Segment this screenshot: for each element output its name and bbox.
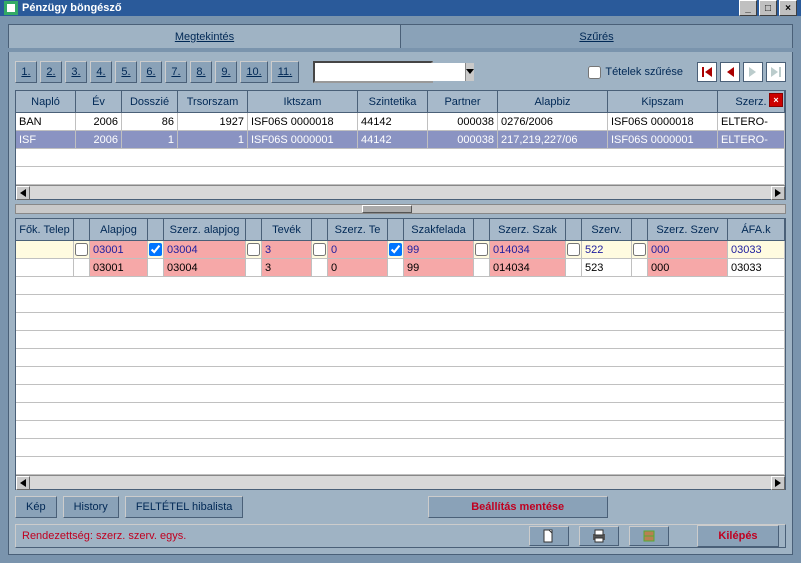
col-trsorszam[interactable]: Trsorszam	[178, 91, 248, 113]
col2-szerz-alapjog[interactable]: Szerz. alapjog	[164, 219, 246, 241]
main-panel: 1. 2. 3. 4. 5. 6. 7. 8. 9. 10. 11.	[8, 52, 793, 555]
scroll-left-icon[interactable]	[16, 186, 30, 200]
toolbar: 1. 2. 3. 4. 5. 6. 7. 8. 9. 10. 11.	[15, 58, 786, 86]
col2-afa[interactable]: ÁFA.k	[728, 219, 785, 241]
cabinet-icon[interactable]	[629, 526, 669, 546]
splitter-track[interactable]	[15, 204, 786, 214]
status-text: Rendezettség: szerz. szerv. egys.	[22, 530, 186, 542]
app-window: Pénzügy böngésző _ □ × Megtekintés Szűré…	[0, 0, 801, 535]
numbtn-4[interactable]: 4.	[90, 61, 112, 83]
nav-last-button[interactable]	[766, 62, 786, 82]
col-kipszam[interactable]: Kipszam	[608, 91, 718, 113]
numbtn-10[interactable]: 10.	[240, 61, 268, 83]
body: Megtekintés Szűrés 1. 2. 3. 4. 5. 6. 7. …	[0, 16, 801, 563]
grid-2-scrollbar[interactable]	[16, 475, 785, 489]
row-chk[interactable]	[75, 243, 88, 256]
titlebar: Pénzügy böngésző _ □ ×	[0, 0, 801, 16]
numbtn-6[interactable]: 6.	[140, 61, 162, 83]
tab-view-label: Megtekintés	[175, 31, 234, 43]
row-chk[interactable]	[633, 243, 646, 256]
numbtn-8[interactable]: 8.	[190, 61, 212, 83]
col2-foktelep[interactable]: Fők. Telep	[16, 219, 74, 241]
kilepes-button[interactable]: Kilépés	[697, 525, 779, 547]
col2-alapjog[interactable]: Alapjog	[90, 219, 148, 241]
history-button[interactable]: History	[63, 496, 119, 518]
table-row[interactable]: 03001 03004 3 0 99 014034 522	[16, 241, 785, 259]
feltetel-hibalista-button[interactable]: FELTÉTEL hibalista	[125, 496, 244, 518]
numbtn-3[interactable]: 3.	[65, 61, 87, 83]
nav-prev-button[interactable]	[720, 62, 740, 82]
scroll-left-icon[interactable]	[16, 476, 30, 490]
row-chk[interactable]	[149, 243, 162, 256]
close-button[interactable]: ×	[779, 0, 797, 16]
col2-tevek[interactable]: Tevék	[262, 219, 312, 241]
document-icon[interactable]	[529, 526, 569, 546]
items-filter-label: Tételek szűrése	[605, 66, 683, 78]
numbtn-11[interactable]: 11.	[271, 61, 299, 83]
numbtn-5[interactable]: 5.	[115, 61, 137, 83]
col-dosszie[interactable]: Dosszié	[122, 91, 178, 113]
button-row: Kép History FELTÉTEL hibalista Beállítás…	[15, 494, 786, 520]
numbtn-1[interactable]: 1.	[15, 61, 37, 83]
scroll-right-icon[interactable]	[771, 476, 785, 490]
table-row[interactable]: BAN 2006 86 1927 ISF06S 0000018 44142 00…	[16, 113, 785, 131]
grid-2-header: Fők. Telep Alapjog Szerz. alapjog Tevék …	[16, 219, 785, 241]
app-icon	[4, 1, 18, 15]
grid-1: × Napló Év Dosszié Trsorszam Iktszam Szi…	[15, 90, 786, 200]
col2-szerv[interactable]: Szerv.	[582, 219, 632, 241]
nav-next-button[interactable]	[743, 62, 763, 82]
grid-1-header: Napló Év Dosszié Trsorszam Iktszam Szint…	[16, 91, 785, 113]
grid-2: Fők. Telep Alapjog Szerz. alapjog Tevék …	[15, 218, 786, 490]
col2-szerz-szak[interactable]: Szerz. Szak	[490, 219, 566, 241]
col-ev[interactable]: Év	[76, 91, 122, 113]
numbtn-7[interactable]: 7.	[165, 61, 187, 83]
printer-icon[interactable]	[579, 526, 619, 546]
tab-filter-label: Szűrés	[579, 31, 613, 43]
minimize-button[interactable]: _	[739, 0, 757, 16]
kep-button[interactable]: Kép	[15, 496, 57, 518]
chevron-down-icon[interactable]	[465, 63, 474, 81]
row-chk[interactable]	[247, 243, 260, 256]
row-chk[interactable]	[313, 243, 326, 256]
col2-szakfelada[interactable]: Szakfelada	[404, 219, 474, 241]
filter-combo-input[interactable]	[315, 63, 465, 81]
tab-view[interactable]: Megtekintés	[9, 25, 401, 48]
col2-szerz-szerv[interactable]: Szerz. Szerv	[648, 219, 728, 241]
grid-close-icon[interactable]: ×	[769, 93, 783, 107]
col-szintetika[interactable]: Szintetika	[358, 91, 428, 113]
grid-1-scrollbar[interactable]	[16, 185, 785, 199]
statusbar: Rendezettség: szerz. szerv. egys. Kilépé…	[15, 524, 786, 548]
grid-2-body: 03001 03004 3 0 99 014034 522	[16, 241, 785, 475]
table-row[interactable]: ISF 2006 1 1 ISF06S 0000001 44142 000038…	[16, 131, 785, 149]
nav-first-button[interactable]	[697, 62, 717, 82]
col-alapbiz[interactable]: Alapbiz	[498, 91, 608, 113]
col2-szerz-te[interactable]: Szerz. Te	[328, 219, 388, 241]
window-title: Pénzügy böngésző	[22, 2, 737, 14]
col-iktszam[interactable]: Iktszam	[248, 91, 358, 113]
filter-combo[interactable]	[313, 61, 433, 83]
row-chk[interactable]	[389, 243, 402, 256]
row-chk[interactable]	[475, 243, 488, 256]
items-filter-checkbox-input[interactable]	[588, 66, 601, 79]
col-partner[interactable]: Partner	[428, 91, 498, 113]
scroll-right-icon[interactable]	[771, 186, 785, 200]
tab-filter[interactable]: Szűrés	[401, 25, 792, 48]
tabs: Megtekintés Szűrés	[8, 24, 793, 48]
table-row[interactable]: 03001 03004 3 0 99 014034 523	[16, 259, 785, 277]
maximize-button[interactable]: □	[759, 0, 777, 16]
row-chk[interactable]	[567, 243, 580, 256]
beallitas-mentese-button[interactable]: Beállítás mentése	[428, 496, 608, 518]
numbtn-2[interactable]: 2.	[40, 61, 62, 83]
splitter-thumb[interactable]	[362, 205, 412, 213]
grid-1-body: BAN 2006 86 1927 ISF06S 0000018 44142 00…	[16, 113, 785, 185]
col-naplo[interactable]: Napló	[16, 91, 76, 113]
items-filter-checkbox[interactable]: Tételek szűrése	[588, 66, 683, 79]
numbtn-9[interactable]: 9.	[215, 61, 237, 83]
